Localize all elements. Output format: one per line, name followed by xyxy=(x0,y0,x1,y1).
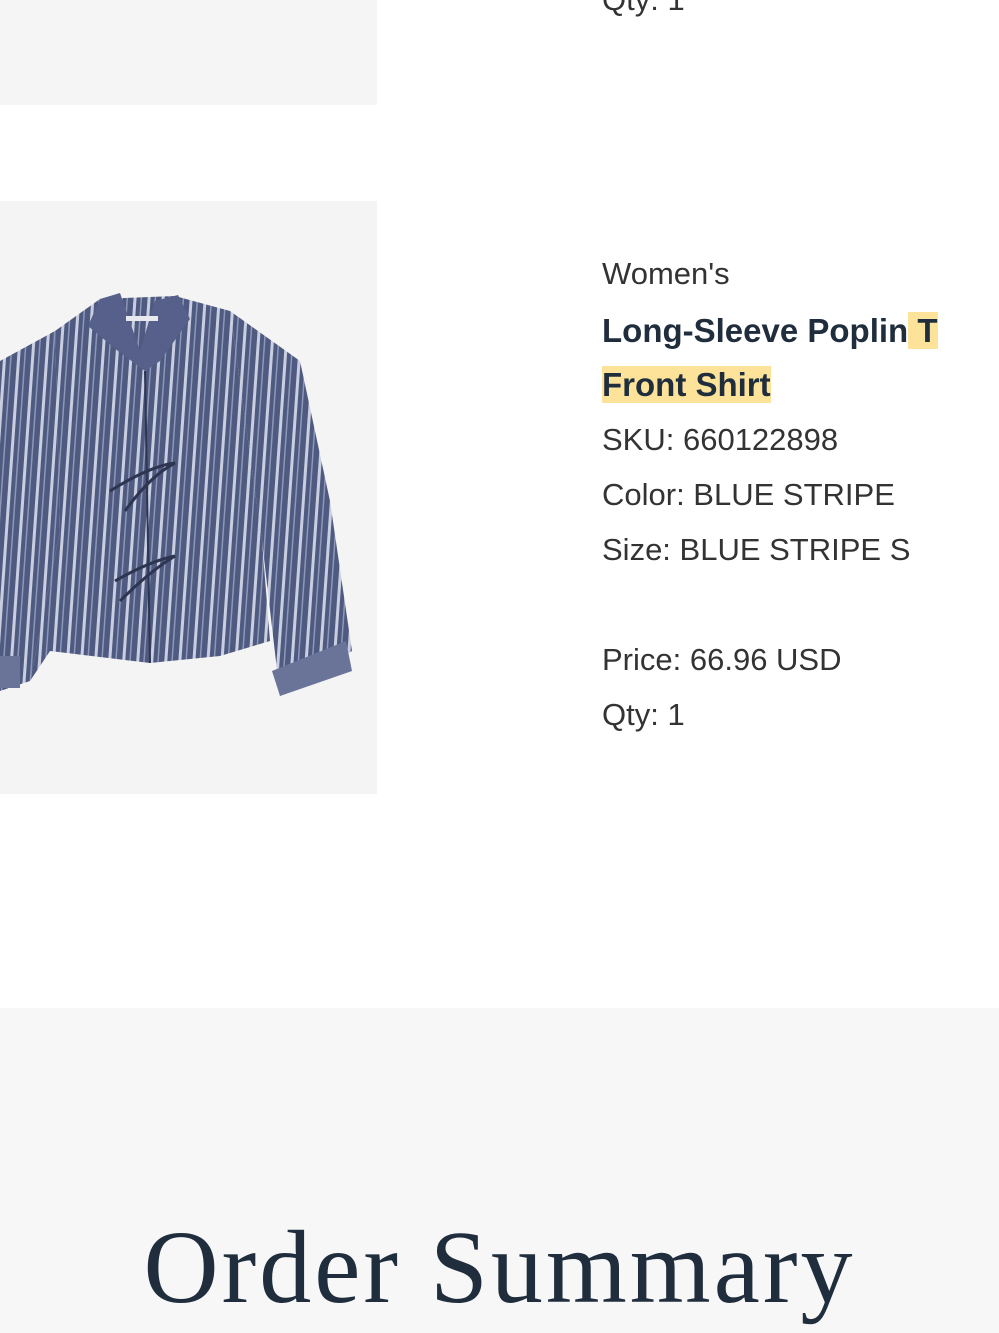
order-confirmation-page: Qty: 1 xyxy=(0,0,999,1333)
item-sku: SKU: 660122898 xyxy=(602,422,839,457)
item-gender: Women's xyxy=(602,256,730,291)
item-price: Price: 66.96 USD xyxy=(602,642,842,677)
product-name-link[interactable]: Long-Sleeve Poplin T Front Shirt xyxy=(602,304,999,412)
order-summary-section: Order Summary xyxy=(0,1008,999,1333)
item-size: Size: BLUE STRIPE S xyxy=(602,532,911,567)
product-name-text-2: Front Shirt xyxy=(602,366,771,403)
product-name-line-1: Long-Sleeve Poplin T xyxy=(602,304,999,358)
shirt-illustration xyxy=(0,293,352,696)
item-color: Color: BLUE STRIPE xyxy=(602,477,895,512)
product-name-line-2: Front Shirt xyxy=(602,358,999,412)
item-qty: Qty: 1 xyxy=(602,697,685,732)
product-name-text-1-cut: T xyxy=(908,312,938,349)
item-details: Women's Long-Sleeve Poplin T Front Shirt… xyxy=(602,252,999,742)
product-name-text-1: Long-Sleeve Poplin xyxy=(602,312,909,349)
item-image[interactable] xyxy=(0,201,377,794)
previous-item-image[interactable] xyxy=(0,0,377,105)
previous-item-qty: Qty: 1 xyxy=(602,0,685,18)
order-summary-title: Order Summary xyxy=(143,1210,856,1325)
